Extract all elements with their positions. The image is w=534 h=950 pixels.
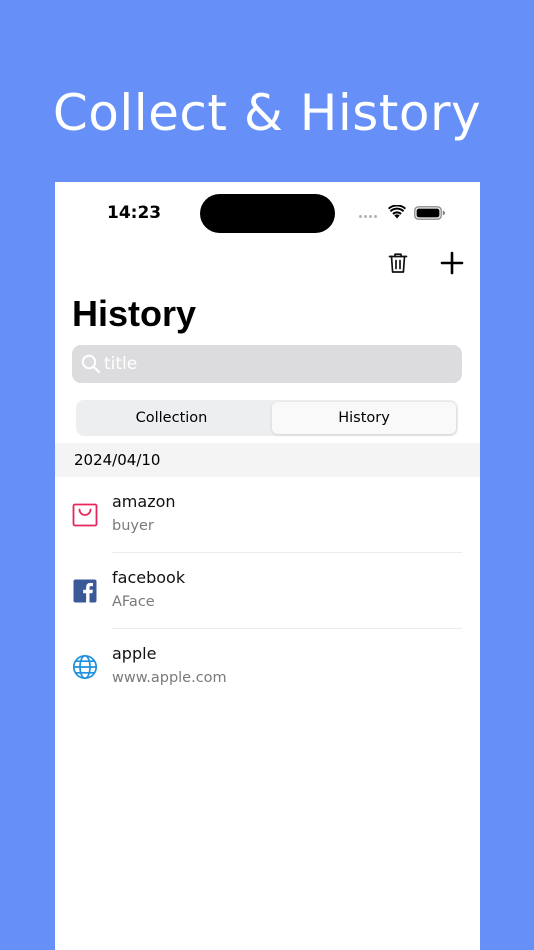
promo-title: Collect & History (52, 84, 482, 142)
battery-icon (414, 206, 445, 220)
delete-button[interactable] (386, 251, 410, 275)
globe-icon (72, 654, 98, 680)
section-header: 2024/04/10 (55, 443, 480, 477)
status-time: 14:23 (107, 203, 162, 223)
wifi-icon (388, 205, 406, 219)
item-subtitle: www.apple.com (112, 670, 227, 686)
search-icon (81, 354, 101, 374)
item-title: amazon (112, 492, 176, 511)
list-item[interactable]: amazon buyer (55, 477, 480, 553)
tab-history[interactable]: History (272, 402, 456, 434)
item-subtitle: buyer (112, 518, 154, 534)
add-button[interactable] (439, 250, 465, 276)
item-title: facebook (112, 568, 186, 587)
shopping-bag-icon (72, 503, 98, 527)
list-item[interactable]: facebook AFace (55, 553, 480, 629)
item-subtitle: AFace (112, 594, 155, 610)
segmented-control: Collection History (76, 400, 458, 436)
tab-collection[interactable]: Collection (78, 402, 265, 434)
list-item[interactable]: apple www.apple.com (55, 629, 480, 705)
dynamic-island (200, 194, 335, 233)
search-bar[interactable] (72, 345, 462, 383)
item-title: apple (112, 644, 157, 663)
facebook-icon (73, 579, 97, 603)
section-date: 2024/04/10 (74, 451, 161, 469)
phone-screen: 14:23 History title Collection History 2… (55, 182, 480, 950)
search-input[interactable] (104, 345, 444, 383)
cellular-signal-icon (359, 215, 377, 218)
page-title: History (72, 293, 197, 334)
